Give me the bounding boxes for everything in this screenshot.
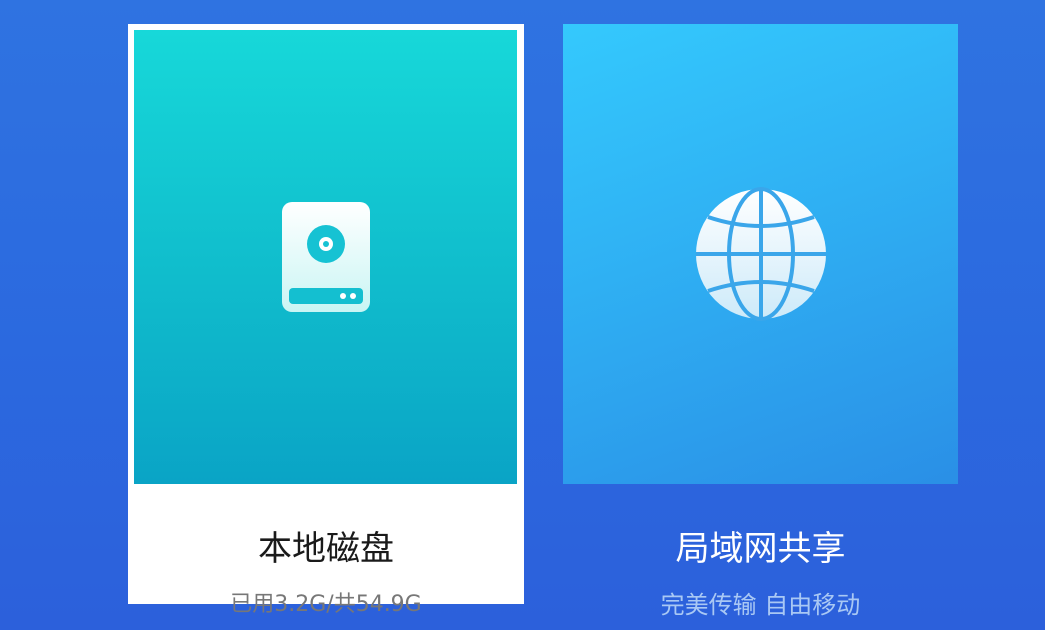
local-disk-title: 本地磁盘 xyxy=(258,529,394,569)
lan-share-title: 局域网共享 xyxy=(675,529,846,569)
lan-share-tile[interactable]: 局域网共享 完美传输 自由移动 xyxy=(563,24,958,619)
local-disk-tile[interactable]: 本地磁盘 已用3.2G/共54.9G xyxy=(128,24,524,617)
local-disk-artwork xyxy=(134,30,517,484)
globe-icon xyxy=(694,187,828,321)
lan-share-subtitle: 完美传输 自由移动 xyxy=(660,591,861,619)
hard-drive-icon xyxy=(281,202,370,312)
lan-share-artwork xyxy=(563,24,958,484)
local-disk-usage: 已用3.2G/共54.9G xyxy=(230,592,422,617)
